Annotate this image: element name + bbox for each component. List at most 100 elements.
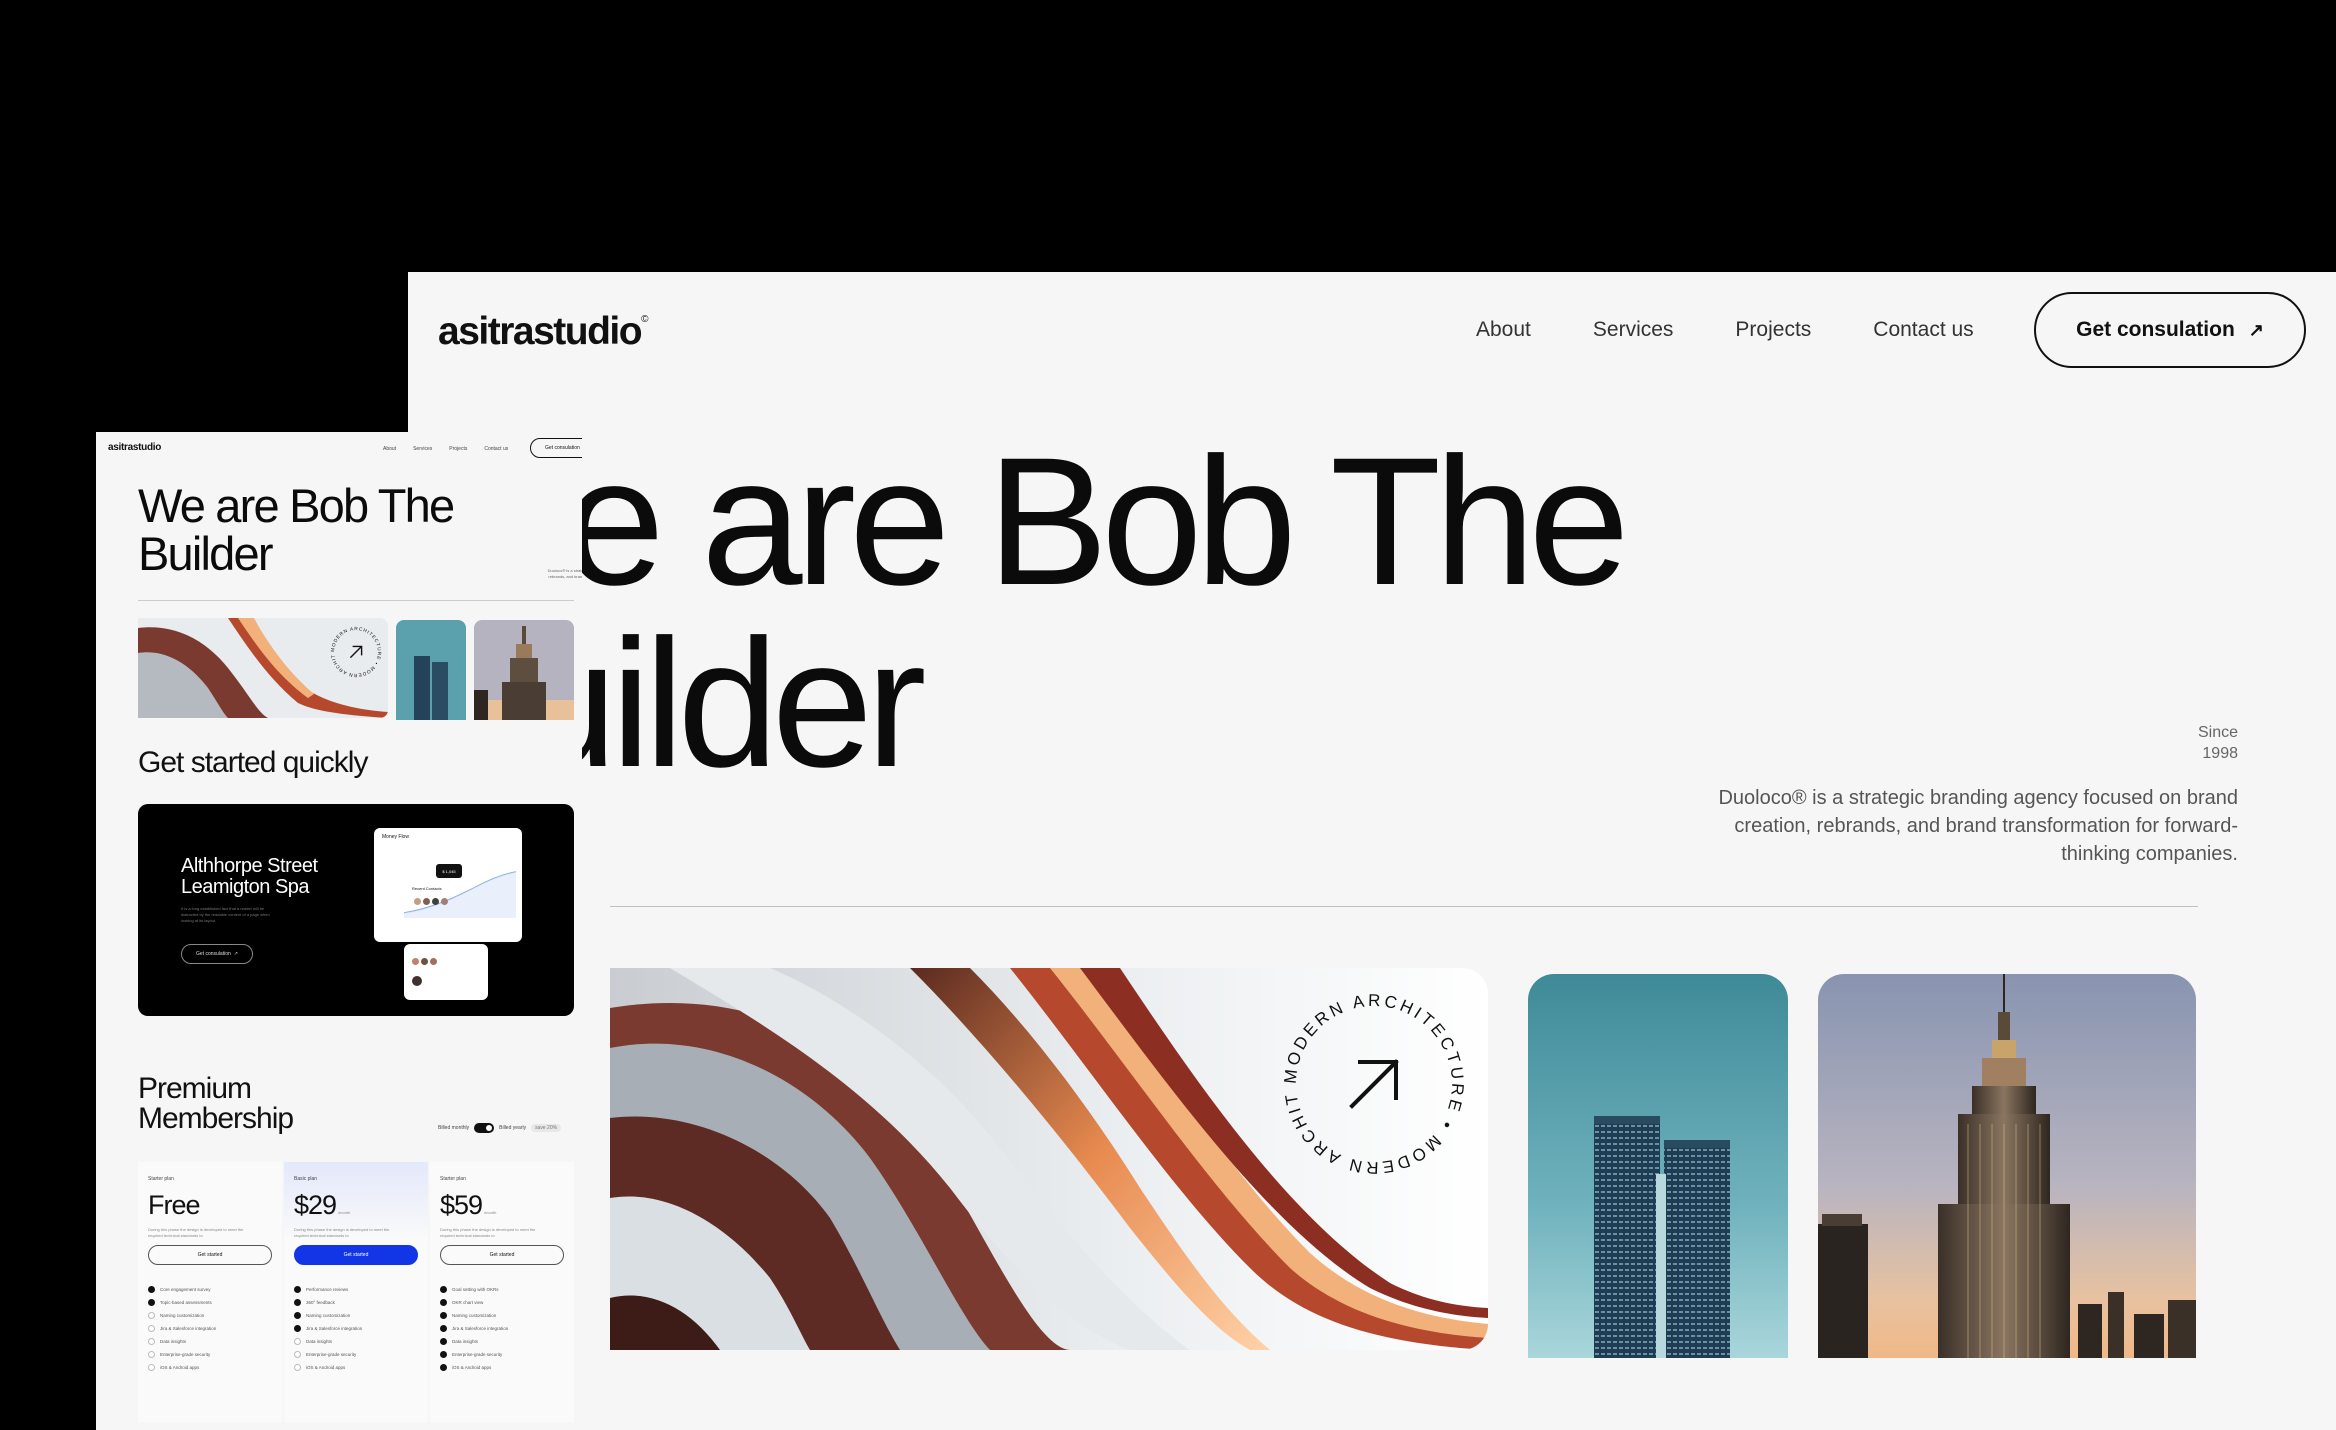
dashboard-mockup: Money Flow $ 1,045 Recent Contacts <box>374 828 522 942</box>
plan-card-free: Starter plan Free During this phase the … <box>138 1162 282 1422</box>
feature-item: iOS & Android apps <box>440 1361 564 1374</box>
nav-contact[interactable]: Contact us <box>1873 318 1973 342</box>
card-title-line-2: Leamigton Spa <box>181 876 310 898</box>
svg-text:MODERN ARCHITECTURE • MODERN A: MODERN ARCHITECTURE • MODERN ARCHITECTUR… <box>1274 984 1467 1177</box>
plan-name: Starter plan <box>440 1176 466 1182</box>
feature-label: Performance reviews <box>306 1287 349 1292</box>
feature-label: iOS & Android apps <box>306 1365 346 1370</box>
preview-skyscraper <box>474 620 574 720</box>
badge-text: MODERN ARCHITECTURE • MODERN ARCHITECTUR… <box>1274 984 1464 1177</box>
get-consultation-button[interactable]: Get consulation ↗ <box>2034 292 2306 368</box>
plan-card-basic: Basic plan $29/month During this phase t… <box>284 1162 428 1422</box>
check-icon <box>440 1325 447 1332</box>
feature-item: Enterprise-grade security <box>148 1348 272 1361</box>
feature-item: Naming customization <box>440 1309 564 1322</box>
feature-item: Data insights <box>294 1335 418 1348</box>
feature-item: Enterprise-grade security <box>294 1348 418 1361</box>
preview-brand-logo[interactable]: asitrastudio <box>108 442 161 453</box>
feature-card: Althhorpe Street Leamigton Spa It is a l… <box>138 804 574 1016</box>
card-title-line-1: Althhorpe Street <box>181 855 318 877</box>
feature-item: Enterprise-grade security <box>440 1348 564 1361</box>
card-body: It is a long established fact that a rea… <box>181 906 270 923</box>
premium-heading: Premium Membership <box>138 1074 294 1135</box>
feature-label: Jira & Salesforce integration <box>306 1326 363 1331</box>
feature-item: Jira & Salesforce integration <box>440 1322 564 1335</box>
card-button-label: Get consulation <box>196 951 231 957</box>
preview-nav-about[interactable]: About <box>383 446 396 452</box>
plan-description: During this phase the design is develope… <box>148 1227 244 1238</box>
premium-line-2: Membership <box>138 1102 294 1135</box>
feature-label: OKR chart view <box>452 1300 484 1305</box>
twin-towers-image <box>1528 974 1788 1358</box>
feature-item: Data insights <box>440 1335 564 1348</box>
feature-item: Naming customization <box>294 1309 418 1322</box>
preview-skyscraper-image <box>474 620 574 720</box>
plan-description: During this phase the design is develope… <box>294 1227 390 1238</box>
circle-icon <box>148 1325 155 1332</box>
since-text: Since <box>2197 724 2238 741</box>
feature-label: iOS & Android apps <box>452 1365 492 1370</box>
plan-get-started-button[interactable]: Get started <box>294 1245 418 1265</box>
plan-card-pro: Starter plan $59/month During this phase… <box>430 1162 574 1422</box>
feature-label: Data insights <box>452 1339 479 1344</box>
feature-label: iOS & Android apps <box>160 1365 200 1370</box>
arrow-up-right-icon <box>349 645 363 659</box>
feature-item: iOS & Android apps <box>294 1361 418 1374</box>
check-icon <box>148 1286 155 1293</box>
feature-label: Enterprise-grade security <box>452 1352 503 1357</box>
nav-services[interactable]: Services <box>1593 318 1674 342</box>
modern-architecture-badge[interactable]: MODERN ARCHITECTURE • MODERN ARCHITECTUR… <box>1274 984 1474 1184</box>
arrow-up-right-icon: ↗ <box>233 951 238 957</box>
plan-get-started-button[interactable]: Get started <box>148 1245 272 1265</box>
main-page: asitrastudio© About Services Projects Co… <box>408 272 2336 1430</box>
preview-description: Duoloco® is a strategic branding agency … <box>547 568 582 579</box>
brand-logo[interactable]: asitrastudio© <box>438 310 648 354</box>
nav-projects[interactable]: Projects <box>1735 318 1811 342</box>
card-title: Althhorpe Street Leamigton Spa <box>181 856 318 898</box>
skyscraper-illustration <box>1818 974 2196 1358</box>
preview-consultation-button[interactable]: Get consulation ↗ <box>530 438 582 458</box>
preview-nav-services[interactable]: Services <box>413 446 432 452</box>
plan-period: /month <box>484 1210 497 1215</box>
circle-icon <box>148 1351 155 1358</box>
preview-nav-contact[interactable]: Contact us <box>484 446 508 452</box>
preview-hero-line-1: We are Bob The <box>138 479 455 532</box>
card-consultation-button[interactable]: Get consulation ↗ <box>181 944 253 964</box>
pricing-plans: Starter plan Free During this phase the … <box>138 1162 574 1422</box>
hero-line-1: We are Bob The <box>408 419 1630 623</box>
plan-get-started-button[interactable]: Get started <box>440 1245 564 1265</box>
plan-description: During this phase the design is develope… <box>440 1227 536 1238</box>
feature-item: Performance reviews <box>294 1283 418 1296</box>
feature-label: Jira & Salesforce integration <box>160 1326 217 1331</box>
plan-name: Starter plan <box>148 1176 174 1182</box>
plan-period: /month <box>338 1210 351 1215</box>
circle-icon <box>294 1338 301 1345</box>
circle-icon <box>294 1364 301 1371</box>
feature-label: 360° feedback <box>306 1300 335 1305</box>
mock-avatars <box>414 898 448 905</box>
billing-toggle[interactable] <box>474 1123 495 1133</box>
main-nav: About Services Projects Contact us <box>1476 318 1974 342</box>
preview-nav-projects[interactable]: Projects <box>449 446 467 452</box>
plan-price: $29/month <box>294 1190 418 1221</box>
mock-line-chart <box>404 871 516 918</box>
feature-label: Naming customization <box>160 1313 205 1318</box>
feature-label: Topic-based assessments <box>160 1300 212 1305</box>
feature-label: Core engagement survey <box>160 1287 211 1292</box>
check-icon <box>294 1299 301 1306</box>
nav-about[interactable]: About <box>1476 318 1531 342</box>
mock-title: Money Flow <box>382 834 409 840</box>
preview-towers-image <box>396 620 466 720</box>
feature-label: Data insights <box>160 1339 187 1344</box>
billed-yearly-label: Billed yearly <box>499 1125 527 1131</box>
plan-features: Goal setting with OKRs OKR chart view Na… <box>440 1283 564 1374</box>
check-icon <box>440 1364 447 1371</box>
towers-illustration <box>1528 974 1788 1358</box>
arrow-up-right-icon <box>1349 1059 1399 1109</box>
contacts-mockup <box>404 944 488 1000</box>
preview-hero-heading: We are Bob The Builder <box>138 479 455 578</box>
preview-badge[interactable]: MODERN ARCHITECTURE • MODERN ARCHITECTUR… <box>328 624 384 680</box>
preview-badge-text: MODERN ARCHITECTURE • MODERN ARCHITECTUR… <box>328 624 381 678</box>
since-year: 1998 <box>2202 745 2238 762</box>
feature-label: Goal setting with OKRs <box>452 1287 499 1292</box>
